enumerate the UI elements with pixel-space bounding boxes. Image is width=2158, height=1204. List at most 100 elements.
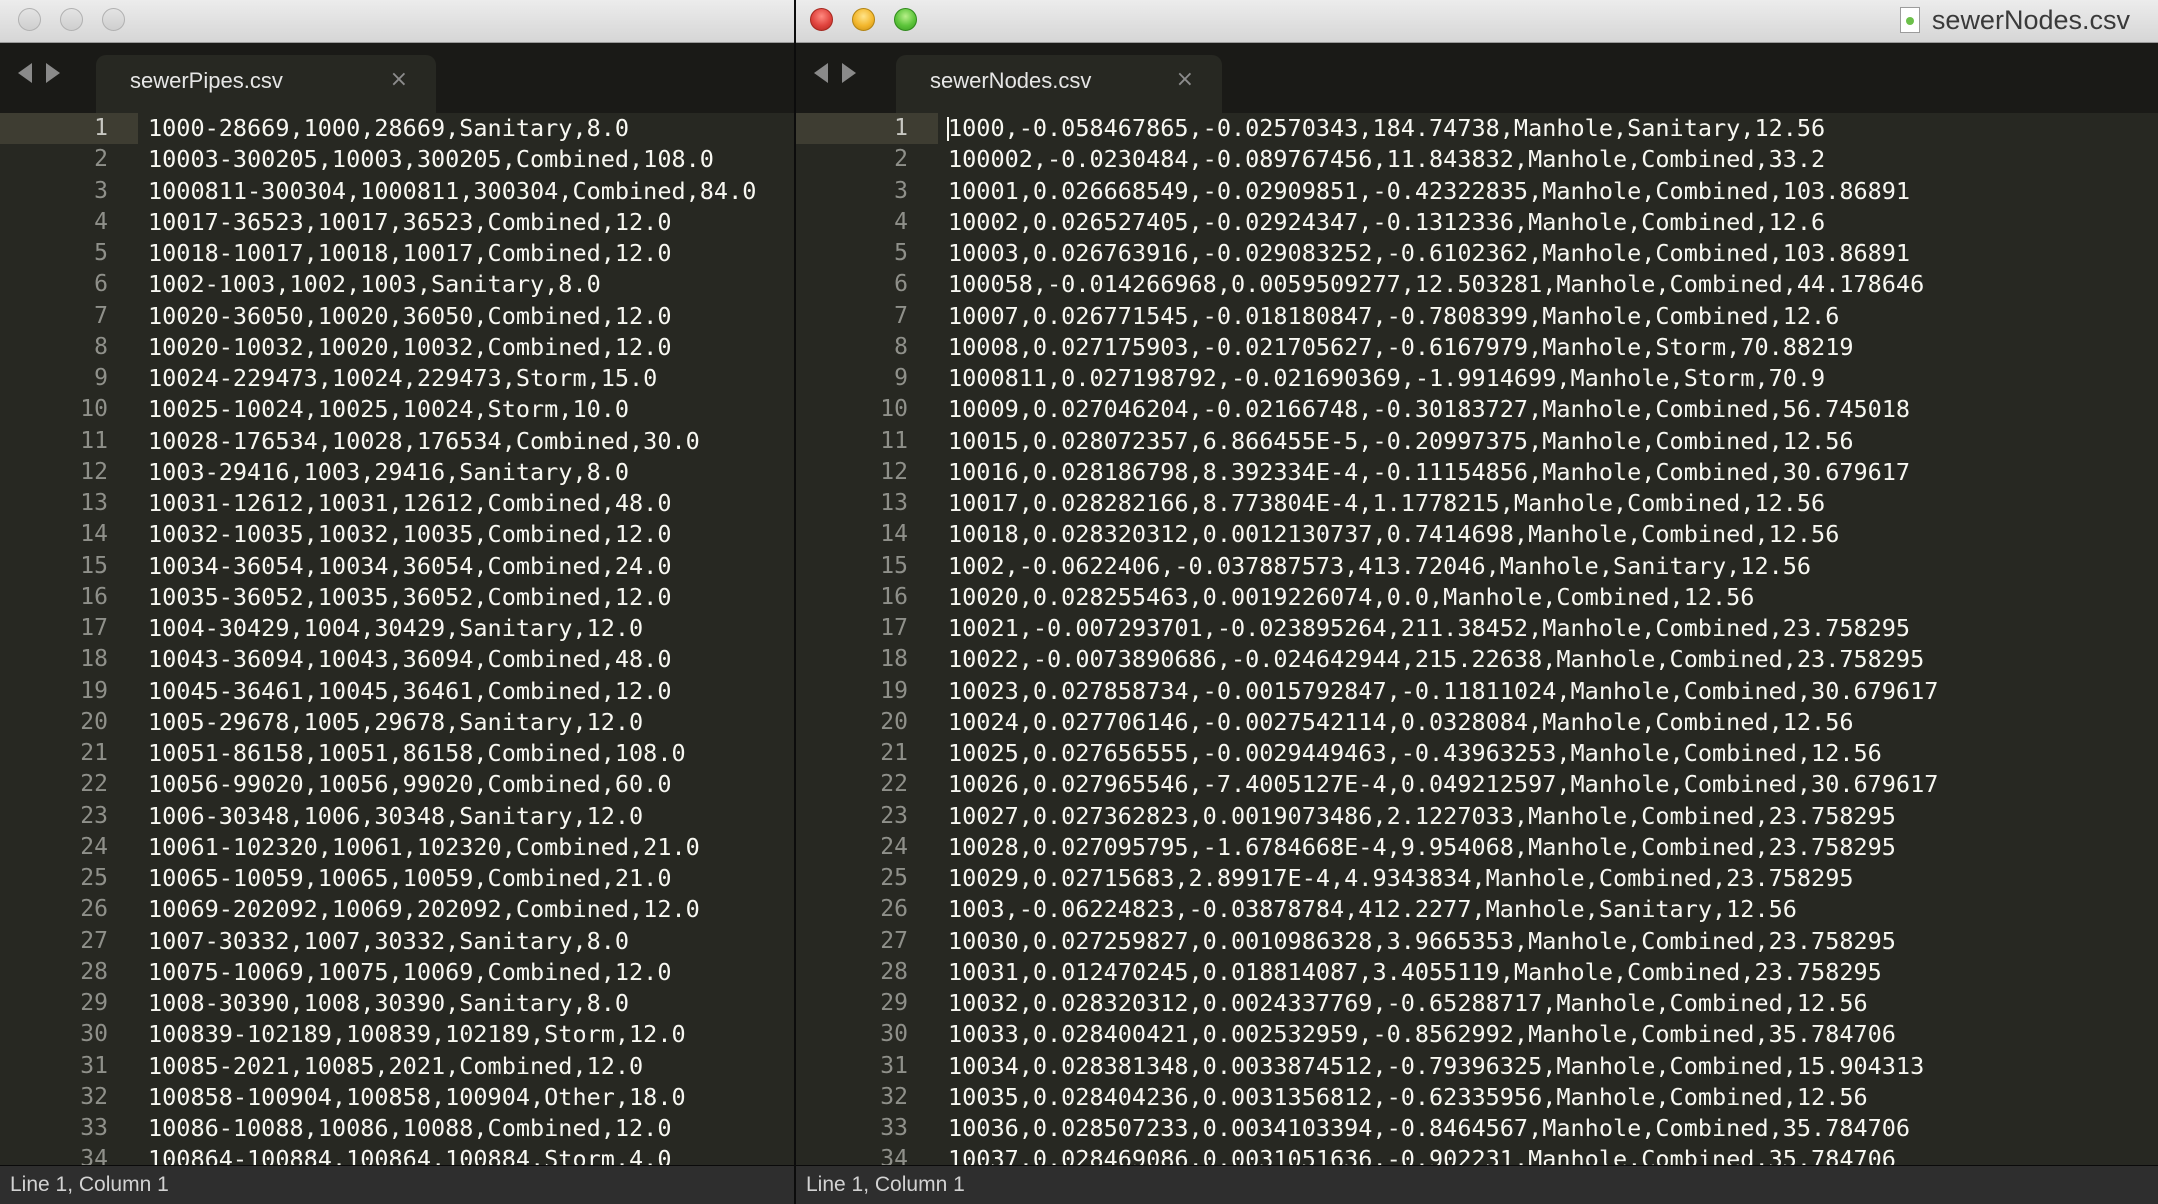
code-line[interactable]: 10025,0.027656555,-0.0029449463,-0.43963…: [938, 738, 2158, 769]
code-line[interactable]: 10023,0.027858734,-0.0015792847,-0.11811…: [938, 676, 2158, 707]
code-line[interactable]: 1002-1003,1002,1003,Sanitary,8.0: [138, 269, 794, 300]
code-line[interactable]: 10003-300205,10003,300205,Combined,108.0: [138, 144, 794, 175]
code-line[interactable]: 1000811-300304,1000811,300304,Combined,8…: [138, 176, 794, 207]
code-line[interactable]: 10027,0.027362823,0.0019073486,2.1227033…: [938, 801, 2158, 832]
code-line[interactable]: 10020-10032,10020,10032,Combined,12.0: [138, 332, 794, 363]
code-line[interactable]: 100002,-0.0230484,-0.089767456,11.843832…: [938, 144, 2158, 175]
code-line[interactable]: 1000811,0.027198792,-0.021690369,-1.9914…: [938, 363, 2158, 394]
code-line[interactable]: 10069-202092,10069,202092,Combined,12.0: [138, 894, 794, 925]
code-line[interactable]: 10022,-0.0073890686,-0.024642944,215.226…: [938, 644, 2158, 675]
line-number: 6: [94, 271, 108, 298]
code-line[interactable]: 10007,0.026771545,-0.018180847,-0.780839…: [938, 301, 2158, 332]
code-line[interactable]: 10001,0.026668549,-0.02909851,-0.4232283…: [938, 176, 2158, 207]
code-line[interactable]: 10033,0.028400421,0.002532959,-0.8562992…: [938, 1019, 2158, 1050]
code-line[interactable]: 10002,0.026527405,-0.02924347,-0.1312336…: [938, 207, 2158, 238]
code-line[interactable]: 10061-102320,10061,102320,Combined,21.0: [138, 832, 794, 863]
code-line[interactable]: 10028-176534,10028,176534,Combined,30.0: [138, 426, 794, 457]
code-line[interactable]: 100058,-0.014266968,0.0059509277,12.5032…: [938, 269, 2158, 300]
code-line[interactable]: 10024-229473,10024,229473,Storm,15.0: [138, 363, 794, 394]
code-line[interactable]: 10025-10024,10025,10024,Storm,10.0: [138, 394, 794, 425]
code-line[interactable]: 10017,0.028282166,8.773804E-4,1.1778215,…: [938, 488, 2158, 519]
code-line[interactable]: 10045-36461,10045,36461,Combined,12.0: [138, 676, 794, 707]
code-line[interactable]: 10029,0.02715683,2.89917E-4,4.9343834,Ma…: [938, 863, 2158, 894]
code-line[interactable]: 1006-30348,1006,30348,Sanitary,12.0: [138, 801, 794, 832]
line-number: 28: [880, 958, 908, 985]
code-line[interactable]: 10008,0.027175903,-0.021705627,-0.616797…: [938, 332, 2158, 363]
arrow-right-icon[interactable]: [46, 63, 60, 83]
code-line[interactable]: 10016,0.028186798,8.392334E-4,-0.1115485…: [938, 457, 2158, 488]
tab-close-icon[interactable]: ×: [390, 67, 408, 92]
code-line[interactable]: 10031-12612,10031,12612,Combined,48.0: [138, 488, 794, 519]
code-line[interactable]: 10031,0.012470245,0.018814087,3.4055119,…: [938, 957, 2158, 988]
arrow-right-icon[interactable]: [842, 63, 856, 83]
code-line[interactable]: 10086-10088,10086,10088,Combined,12.0: [138, 1113, 794, 1144]
code-line[interactable]: 10034,0.028381348,0.0033874512,-0.793963…: [938, 1051, 2158, 1082]
tab-sewer-pipes[interactable]: sewerPipes.csv ×: [96, 55, 436, 113]
title-bar[interactable]: sewerNodes.csv: [796, 0, 2158, 43]
line-number: 29: [80, 990, 108, 1016]
code-area[interactable]: 1000-28669,1000,28669,Sanitary,8.0 10003…: [138, 113, 794, 1166]
code-line[interactable]: 10032-10035,10032,10035,Combined,12.0: [138, 519, 794, 550]
minimize-window-button[interactable]: [852, 8, 875, 31]
code-line[interactable]: 10034-36054,10034,36054,Combined,24.0: [138, 551, 794, 582]
code-line[interactable]: 100864-100884,100864,100884,Storm,4.0: [138, 1144, 794, 1166]
code-line[interactable]: 1003-29416,1003,29416,Sanitary,8.0: [138, 457, 794, 488]
code-line[interactable]: 10056-99020,10056,99020,Combined,60.0: [138, 769, 794, 800]
code-line[interactable]: 10018-10017,10018,10017,Combined,12.0: [138, 238, 794, 269]
line-number: 25: [880, 865, 908, 891]
arrow-left-icon[interactable]: [814, 63, 828, 83]
code-line[interactable]: 10036,0.028507233,0.0034103394,-0.846456…: [938, 1113, 2158, 1144]
editor-window-sewer-nodes: sewerNodes.csv sewerNodes.csv × 1 2 3 4 …: [796, 0, 2158, 1204]
line-number: 7: [94, 302, 108, 329]
code-line[interactable]: 1002,-0.0622406,-0.037887573,413.72046,M…: [938, 551, 2158, 582]
code-line[interactable]: 1000-28669,1000,28669,Sanitary,8.0: [138, 113, 794, 144]
tab-close-icon[interactable]: ×: [1176, 67, 1194, 92]
code-line[interactable]: 10017-36523,10017,36523,Combined,12.0: [138, 207, 794, 238]
code-line[interactable]: 10018,0.028320312,0.0012130737,0.7414698…: [938, 519, 2158, 550]
code-line[interactable]: 10037,0.028469086,0.0031051636,-0.902231…: [938, 1144, 2158, 1166]
arrow-left-icon[interactable]: [18, 63, 32, 83]
code-line[interactable]: 10020,0.028255463,0.0019226074,0.0,Manho…: [938, 582, 2158, 613]
code-line[interactable]: 10051-86158,10051,86158,Combined,108.0: [138, 738, 794, 769]
line-number: 2: [94, 146, 108, 173]
code-area[interactable]: 1000,-0.058467865,-0.02570343,184.74738,…: [938, 113, 2158, 1166]
code-line[interactable]: 10021,-0.007293701,-0.023895264,211.3845…: [938, 613, 2158, 644]
code-line[interactable]: 1005-29678,1005,29678,Sanitary,12.0: [138, 707, 794, 738]
code-line[interactable]: 1008-30390,1008,30390,Sanitary,8.0: [138, 988, 794, 1019]
code-line[interactable]: 10032,0.028320312,0.0024337769,-0.652887…: [938, 988, 2158, 1019]
zoom-window-button[interactable]: [102, 8, 125, 31]
code-line[interactable]: 10028,0.027095795,-1.6784668E-4,9.954068…: [938, 832, 2158, 863]
document-icon: [1899, 7, 1920, 33]
code-line[interactable]: 1007-30332,1007,30332,Sanitary,8.0: [138, 926, 794, 957]
close-window-button[interactable]: [18, 8, 41, 31]
title-bar[interactable]: [0, 0, 794, 43]
tab-navigation: [814, 63, 856, 83]
code-line[interactable]: 10065-10059,10065,10059,Combined,21.0: [138, 863, 794, 894]
code-line[interactable]: 10035,0.028404236,0.0031356812,-0.623359…: [938, 1082, 2158, 1113]
code-line[interactable]: 10085-2021,10085,2021,Combined,12.0: [138, 1051, 794, 1082]
line-number: 2: [894, 146, 908, 173]
line-number: 1: [0, 113, 138, 145]
code-line[interactable]: 1003,-0.06224823,-0.03878784,412.2277,Ma…: [938, 894, 2158, 925]
minimize-window-button[interactable]: [60, 8, 83, 31]
code-line[interactable]: 100858-100904,100858,100904,Other,18.0: [138, 1082, 794, 1113]
code-line[interactable]: 10043-36094,10043,36094,Combined,48.0: [138, 644, 794, 675]
code-line[interactable]: 10030,0.027259827,0.0010986328,3.9665353…: [938, 926, 2158, 957]
code-line[interactable]: 10009,0.027046204,-0.02166748,-0.3018372…: [938, 394, 2158, 425]
code-line[interactable]: 10035-36052,10035,36052,Combined,12.0: [138, 582, 794, 613]
code-line[interactable]: 10024,0.027706146,-0.0027542114,0.032808…: [938, 707, 2158, 738]
line-number: 23: [880, 802, 908, 829]
zoom-window-button[interactable]: [894, 8, 917, 31]
code-line[interactable]: 10015,0.028072357,6.866455E-5,-0.2099737…: [938, 426, 2158, 457]
code-line[interactable]: 10020-36050,10020,36050,Combined,12.0: [138, 301, 794, 332]
line-number: 5: [94, 240, 108, 266]
line-number: 8: [894, 333, 908, 360]
close-window-button[interactable]: [810, 8, 833, 31]
code-line[interactable]: 10026,0.027965546,-7.4005127E-4,0.049212…: [938, 769, 2158, 800]
code-line[interactable]: 1004-30429,1004,30429,Sanitary,12.0: [138, 613, 794, 644]
code-line[interactable]: 1000,-0.058467865,-0.02570343,184.74738,…: [938, 113, 2158, 144]
code-line[interactable]: 10075-10069,10075,10069,Combined,12.0: [138, 957, 794, 988]
code-line[interactable]: 10003,0.026763916,-0.029083252,-0.610236…: [938, 238, 2158, 269]
tab-sewer-nodes[interactable]: sewerNodes.csv ×: [896, 55, 1222, 113]
code-line[interactable]: 100839-102189,100839,102189,Storm,12.0: [138, 1019, 794, 1050]
